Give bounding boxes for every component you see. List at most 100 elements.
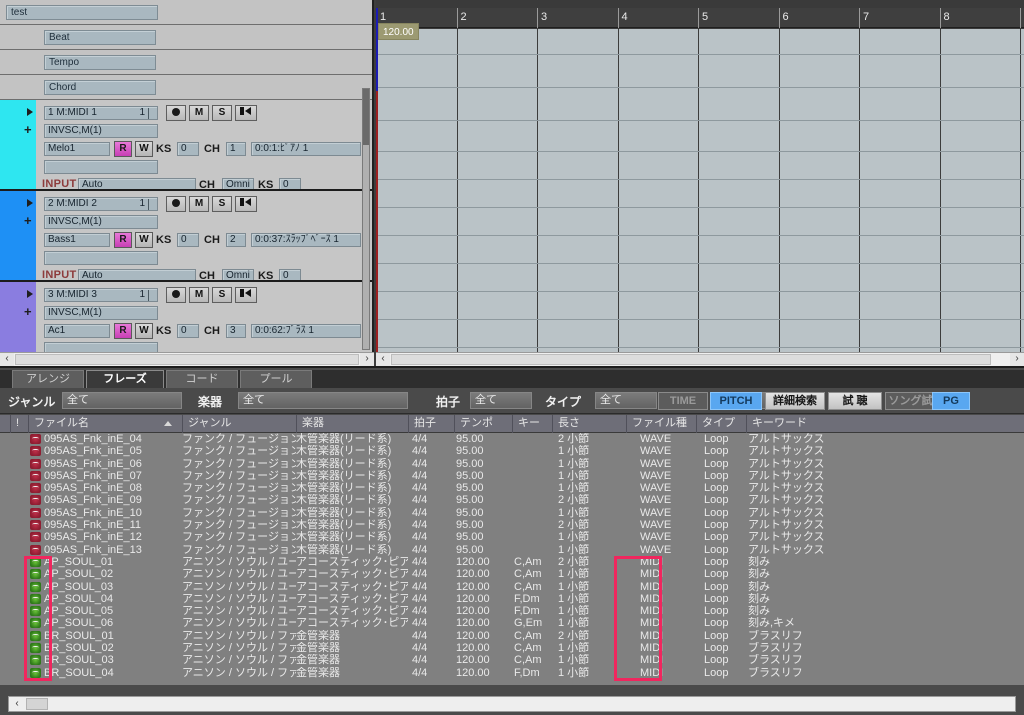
track-name-field[interactable]: 1 M:MIDI 1 1 (44, 106, 158, 120)
filter-toolbar[interactable]: ジャンル全て楽器全て拍子全てタイプ全て構成全てTIMEPITCH詳細検索試 聴ソ… (0, 388, 1024, 414)
program-field[interactable]: 0:0:62:ﾌﾞﾗｽ 1 (251, 324, 361, 338)
playhead-bottom[interactable] (376, 91, 378, 352)
output-button[interactable] (235, 196, 257, 212)
table-row[interactable]: BR_SOUL_03 アニソン / ソウル / ファンク …金管楽器 4/4 120.… (0, 654, 1024, 666)
column-header-9[interactable]: ファイル種別 (626, 415, 696, 446)
arrange-grid[interactable] (376, 29, 1024, 352)
table-row[interactable]: AP_SOUL_04 アニソン / ソウル / ユーロビ…アコースティック･ピアノ… (0, 593, 1024, 605)
scroll-left-arrow-icon[interactable]: ‹ (376, 353, 390, 366)
ks-value-field[interactable]: 0 (177, 233, 199, 247)
ruler-bar-9[interactable]: 9 (1020, 8, 1024, 28)
ruler-bar-3[interactable]: 3 (537, 8, 618, 28)
input-value-field[interactable]: Auto (78, 269, 196, 280)
track-add-plus-icon[interactable]: + (24, 305, 32, 318)
column-header-8[interactable]: 長さ (552, 415, 626, 433)
track-extra-field[interactable] (44, 251, 158, 265)
table-row[interactable]: 095AS_Fnk_inE_07 ファンク / フュージョン / セカ…木管楽器(… (0, 470, 1024, 482)
table-row[interactable]: 095AS_Fnk_inE_05 ファンク / フュージョン / セカ…木管楽器(… (0, 445, 1024, 457)
ruler-bar-7[interactable]: 7 (859, 8, 940, 28)
toolbar-button-PITCH[interactable]: PITCH (710, 392, 762, 410)
track-list-horizontal-scrollbar[interactable]: ‹ › (0, 352, 374, 366)
solo-button[interactable]: S (212, 287, 232, 303)
toolbar-button-詳細検索[interactable]: 詳細検索 (765, 392, 825, 410)
chord-track-label[interactable]: Chord (44, 80, 156, 95)
scrollbar-track[interactable]: ‹ (8, 696, 1016, 712)
scroll-left-arrow-icon[interactable]: ‹ (9, 697, 25, 711)
track-row[interactable]: + 3 M:MIDI 3 1 INVSC,M(1) Ac1 M S R W KS… (0, 282, 372, 352)
input-ks-value-field[interactable]: 0 (279, 269, 301, 280)
scrollbar-thumb[interactable] (26, 698, 48, 710)
tab-3[interactable]: コード (166, 370, 238, 388)
write-automation-button[interactable]: W (135, 323, 153, 339)
program-field[interactable]: 0:0:37:ｽﾗｯﾌﾟﾍﾞｰｽ 1 (251, 233, 361, 247)
ch-value-field[interactable]: 3 (226, 324, 246, 338)
tab-1[interactable]: アレンジ (12, 370, 84, 388)
track-add-plus-icon[interactable]: + (24, 123, 32, 136)
table-row[interactable]: 095AS_Fnk_inE_08 ファンク / フュージョン / セカ…木管楽器(… (0, 482, 1024, 494)
scroll-right-arrow-icon[interactable]: › (360, 353, 374, 366)
scroll-left-arrow-icon[interactable]: ‹ (0, 353, 14, 366)
output-button[interactable] (235, 287, 257, 303)
record-enable-button[interactable] (166, 196, 186, 212)
column-header-3[interactable]: ジャンル (182, 415, 296, 433)
toolbar-button-試-聴[interactable]: 試 聴 (828, 392, 882, 410)
tempo-track-label[interactable]: Tempo (44, 55, 156, 70)
track-instrument-field[interactable]: INVSC,M(1) (44, 306, 158, 320)
program-field[interactable]: 0:0:1:ﾋﾟｱﾉ 1 (251, 142, 361, 156)
column-header-5[interactable]: 拍子 (408, 415, 454, 433)
track-list-panel[interactable]: test Beat Tempo Chord + 1 M:MIDI 1 1 INV… (0, 0, 374, 366)
track-part-name-field[interactable]: Melo1 (44, 142, 110, 156)
project-title-field[interactable]: test (6, 5, 158, 20)
table-row[interactable]: AP_SOUL_03 アニソン / ソウル / ユーロビ…アコースティック･ピアノ… (0, 581, 1024, 593)
timeline-horizontal-scrollbar[interactable]: ‹ › (376, 352, 1024, 366)
input-ch-value-field[interactable]: Omni (222, 178, 254, 189)
record-enable-button[interactable] (166, 105, 186, 121)
track-instrument-field[interactable]: INVSC,M(1) (44, 215, 158, 229)
filter-select-1[interactable]: 全て (62, 392, 182, 409)
column-header-6[interactable]: テンポ (454, 415, 512, 433)
track-name-field[interactable]: 3 M:MIDI 3 1 (44, 288, 158, 302)
timeline-panel[interactable]: 1234567891011 120.00 ‹ › (376, 0, 1024, 366)
scroll-right-arrow-icon[interactable]: › (1010, 353, 1024, 366)
ruler-bar-2[interactable]: 2 (456, 8, 538, 28)
phrase-list-horizontal-scrollbar[interactable]: ‹ (0, 693, 1024, 715)
ks-value-field[interactable]: 0 (177, 324, 199, 338)
input-ch-value-field[interactable]: Omni (222, 269, 254, 280)
column-header-11[interactable]: キーワード (746, 415, 886, 433)
tempo-marker[interactable]: 120.00 (378, 23, 419, 40)
write-automation-button[interactable]: W (135, 141, 153, 157)
ruler-bar-4[interactable]: 4 (617, 8, 699, 28)
record-enable-button[interactable] (166, 287, 186, 303)
track-extra-field[interactable] (44, 342, 158, 352)
ch-value-field[interactable]: 2 (226, 233, 246, 247)
global-track-tempo[interactable]: Tempo (0, 50, 372, 75)
output-button[interactable] (235, 105, 257, 121)
ks-value-field[interactable]: 0 (177, 142, 199, 156)
column-header-4[interactable]: 楽器 (296, 415, 408, 433)
track-list-vertical-scrollbar[interactable] (362, 88, 370, 350)
mute-button[interactable]: M (189, 196, 209, 212)
scrollbar-thumb[interactable] (15, 354, 359, 365)
track-add-plus-icon[interactable]: + (24, 214, 32, 227)
track-name-field[interactable]: 2 M:MIDI 2 1 (44, 197, 158, 211)
column-header-10[interactable]: タイプ (696, 415, 746, 433)
playhead-top[interactable] (376, 8, 378, 91)
table-row[interactable]: AP_SOUL_01 アニソン / ソウル / ユーロビ…アコースティック･ピアノ… (0, 556, 1024, 568)
phrase-list[interactable]: 095AS_Fnk_inE_04ファンク / フュージョン / セカ…木管楽器(… (0, 433, 1024, 685)
read-automation-button[interactable]: R (114, 141, 132, 157)
track-part-name-field[interactable]: Ac1 (44, 324, 110, 338)
track-expand-arrow-icon[interactable] (27, 290, 33, 298)
track-row[interactable]: + 1 M:MIDI 1 1 INVSC,M(1) Melo1 M S R W … (0, 100, 372, 191)
ruler-bar-5[interactable]: 5 (698, 8, 779, 28)
filter-select-4[interactable]: 全て (595, 392, 657, 409)
table-row[interactable]: 095AS_Fnk_inE_09 ファンク / フュージョン / セカ…木管楽器(… (0, 494, 1024, 506)
table-row[interactable]: AP_SOUL_05 アニソン / ソウル / ユーロビ…アコースティック･ピアノ… (0, 605, 1024, 617)
mute-button[interactable]: M (189, 105, 209, 121)
track-expand-arrow-icon[interactable] (27, 108, 33, 116)
track-extra-field[interactable] (44, 160, 158, 174)
table-row[interactable]: AP_SOUL_06 アニソン / ソウル / ユーロビ…アコースティック･ピアノ… (0, 617, 1024, 629)
track-expand-arrow-icon[interactable] (27, 199, 33, 207)
table-row[interactable]: BR_SOUL_04 アニソン / ソウル / ファンク …金管楽器 4/4 120.… (0, 667, 1024, 679)
column-header-2[interactable]: ファイル名 (28, 415, 178, 433)
tab-2[interactable]: フレーズ (86, 370, 164, 388)
